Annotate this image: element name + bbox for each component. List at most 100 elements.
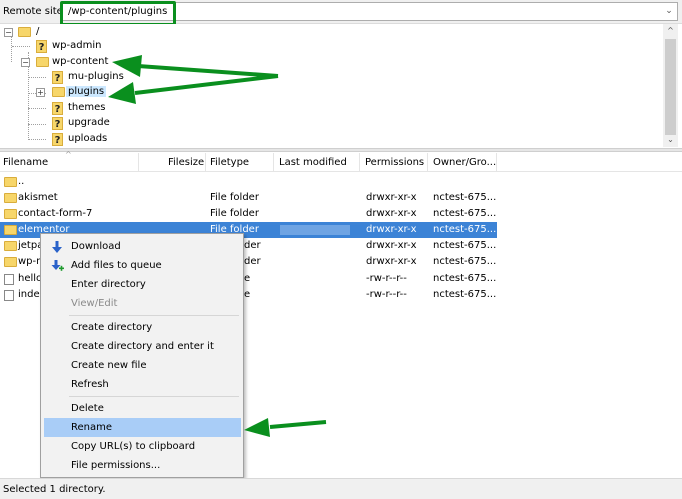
tree-item-uploads[interactable]: ? uploads [3, 132, 143, 147]
status-bar: Selected 1 directory. [0, 478, 682, 499]
menu-item-label[interactable]: Create directory [71, 322, 152, 333]
file-list-header: ^ Filename Filesize Filetype Last modifi… [0, 150, 682, 172]
column-filename[interactable]: Filename [3, 157, 48, 171]
tree-item-label[interactable]: themes [68, 102, 106, 113]
menu-item-refresh[interactable]: Refresh [44, 375, 241, 394]
scroll-up-icon[interactable]: ^ [663, 24, 678, 38]
question-folder-icon: ? [52, 117, 63, 130]
menu-item-create-directory-enter[interactable]: Create directory and enter it [44, 337, 241, 356]
folder-icon [4, 193, 17, 203]
column-last-modified[interactable]: Last modified [279, 157, 347, 171]
tree-item-mu-plugins[interactable]: ? mu-plugins [3, 70, 143, 85]
remote-site-label: Remote site: [3, 6, 67, 17]
menu-separator [69, 396, 239, 397]
file-owner: nctest-675... [433, 256, 497, 267]
menu-item-create-directory[interactable]: Create directory [44, 318, 241, 337]
tree-item-plugins[interactable]: + plugins [3, 85, 143, 100]
menu-item-label[interactable]: File permissions... [71, 460, 160, 471]
file-owner: nctest-675... [433, 273, 497, 284]
collapse-icon[interactable]: − [4, 28, 13, 37]
file-permissions: drwxr-xr-x [366, 208, 417, 219]
menu-item-label[interactable]: Delete [71, 403, 104, 414]
menu-item-label[interactable]: Copy URL(s) to clipboard [71, 441, 195, 452]
add-to-queue-icon [51, 260, 64, 271]
folder-icon [36, 57, 49, 67]
menu-item-label[interactable]: Add files to queue [71, 260, 162, 271]
column-permissions[interactable]: Permissions [365, 157, 424, 171]
column-divider[interactable] [273, 153, 274, 172]
menu-item-label[interactable]: Create directory and enter it [71, 341, 214, 352]
column-divider[interactable] [205, 153, 206, 172]
menu-item-copy-url[interactable]: Copy URL(s) to clipboard [44, 437, 241, 456]
menu-item-rename[interactable]: Rename [44, 418, 241, 437]
menu-item-label[interactable]: Rename [71, 422, 112, 433]
file-type: File folder [210, 208, 259, 219]
tree-item-label[interactable]: / [36, 26, 39, 37]
menu-item-label[interactable]: Enter directory [71, 279, 146, 290]
expand-icon[interactable]: + [36, 88, 45, 97]
tree-item-label[interactable]: plugins [66, 86, 107, 97]
column-divider[interactable] [359, 153, 360, 172]
file-name: akismet [18, 192, 58, 203]
folder-icon [4, 225, 17, 235]
menu-item-label[interactable]: Refresh [71, 379, 109, 390]
column-divider[interactable] [427, 153, 428, 172]
folder-icon [4, 209, 17, 219]
menu-item-add-to-queue[interactable]: Add files to queue [44, 256, 241, 275]
status-text: Selected 1 directory. [3, 484, 106, 495]
folder-icon [4, 257, 17, 267]
list-item[interactable]: contact-form-7 File folder drwxr-xr-x nc… [0, 206, 682, 222]
tree-item-upgrade[interactable]: ? upgrade [3, 116, 143, 131]
tree-item-label[interactable]: wp-admin [52, 40, 101, 51]
file-owner: nctest-675... [433, 240, 497, 251]
question-folder-icon: ? [52, 71, 63, 84]
file-type: File folder [210, 192, 259, 203]
tree-item-label[interactable]: upgrade [68, 117, 110, 128]
menu-separator [69, 315, 239, 316]
menu-item-label[interactable]: Download [71, 241, 121, 252]
tree-item-wp-admin[interactable]: ? wp-admin [3, 39, 123, 54]
file-owner: nctest-675... [433, 289, 497, 300]
file-permissions: drwxr-xr-x [366, 256, 417, 267]
arrow-to-rename [269, 420, 327, 429]
file-permissions: -rw-r--r-- [366, 273, 407, 284]
file-owner: nctest-675... [433, 208, 497, 219]
menu-item-download[interactable]: Download [44, 237, 241, 256]
tree-item-themes[interactable]: ? themes [3, 101, 143, 116]
file-icon [4, 290, 14, 301]
file-owner: nctest-675... [433, 224, 497, 235]
folder-icon [52, 87, 65, 97]
column-filesize[interactable]: Filesize [168, 157, 204, 171]
tree-item-label[interactable]: mu-plugins [68, 71, 124, 82]
menu-item-file-permissions[interactable]: File permissions... [44, 456, 241, 475]
pane-splitter[interactable] [0, 148, 682, 152]
collapse-icon[interactable]: − [21, 58, 30, 67]
folder-icon [4, 241, 17, 251]
tree-item-wp-content[interactable]: − wp-content [3, 55, 123, 70]
chevron-down-icon[interactable]: ⌄ [663, 5, 675, 18]
tree-item-label[interactable]: uploads [68, 133, 107, 144]
tree-item-root[interactable]: − / [3, 25, 83, 40]
tree-item-label[interactable]: wp-content [52, 56, 108, 67]
column-owner-group[interactable]: Owner/Gro... [433, 157, 496, 171]
menu-item-enter-directory[interactable]: Enter directory [44, 275, 241, 294]
column-divider[interactable] [138, 153, 139, 172]
scrollbar-thumb[interactable] [665, 39, 676, 135]
download-arrow-icon [52, 241, 62, 253]
folder-icon [18, 27, 31, 37]
scroll-down-icon[interactable]: ⌄ [663, 133, 678, 147]
question-folder-icon: ? [52, 133, 63, 146]
menu-item-label[interactable]: Create new file [71, 360, 146, 371]
file-permissions: drwxr-xr-x [366, 224, 417, 235]
column-filetype[interactable]: Filetype [210, 157, 249, 171]
menu-item-delete[interactable]: Delete [44, 399, 241, 418]
list-item[interactable]: akismet File folder drwxr-xr-x nctest-67… [0, 190, 682, 206]
file-name: contact-form-7 [18, 208, 93, 219]
tree-scrollbar[interactable]: ^ ⌄ [663, 24, 678, 147]
file-permissions: drwxr-xr-x [366, 240, 417, 251]
menu-item-create-new-file[interactable]: Create new file [44, 356, 241, 375]
column-divider[interactable] [496, 153, 497, 172]
list-item[interactable]: .. [0, 174, 682, 190]
question-folder-icon: ? [36, 40, 47, 53]
file-icon [4, 274, 14, 285]
